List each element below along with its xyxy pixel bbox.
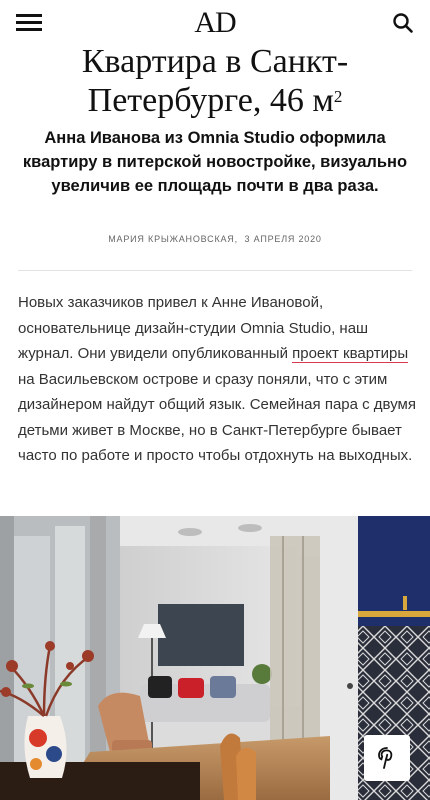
title-superscript: 2	[333, 87, 343, 106]
article-title-text: Квартира в Санкт-Петербурге, 46 м	[81, 43, 349, 119]
divider	[18, 270, 412, 271]
project-link[interactable]: проект квартиры	[292, 345, 409, 363]
search-icon[interactable]	[392, 12, 414, 34]
article-title: Квартира в Санкт-Петербурге, 46 м2	[20, 42, 410, 120]
pinterest-save-button[interactable]	[364, 735, 410, 781]
top-navigation-bar: AD	[0, 0, 430, 46]
pinterest-icon	[378, 747, 393, 769]
site-logo[interactable]: AD	[0, 6, 430, 40]
paragraph-text-after: на Васильевском острове и сразу поняли, …	[18, 370, 416, 465]
byline: Мария Крыжановская, 3 апреля 2020	[0, 234, 430, 244]
author-name[interactable]: Мария Крыжановская,	[108, 234, 238, 244]
article-paragraph: Новых заказчиков привел к Анне Ивановой,…	[18, 290, 418, 469]
publish-date: 3 апреля 2020	[244, 234, 322, 244]
article-lead: Анна Иванова из Omnia Studio оформила кв…	[22, 129, 408, 195]
